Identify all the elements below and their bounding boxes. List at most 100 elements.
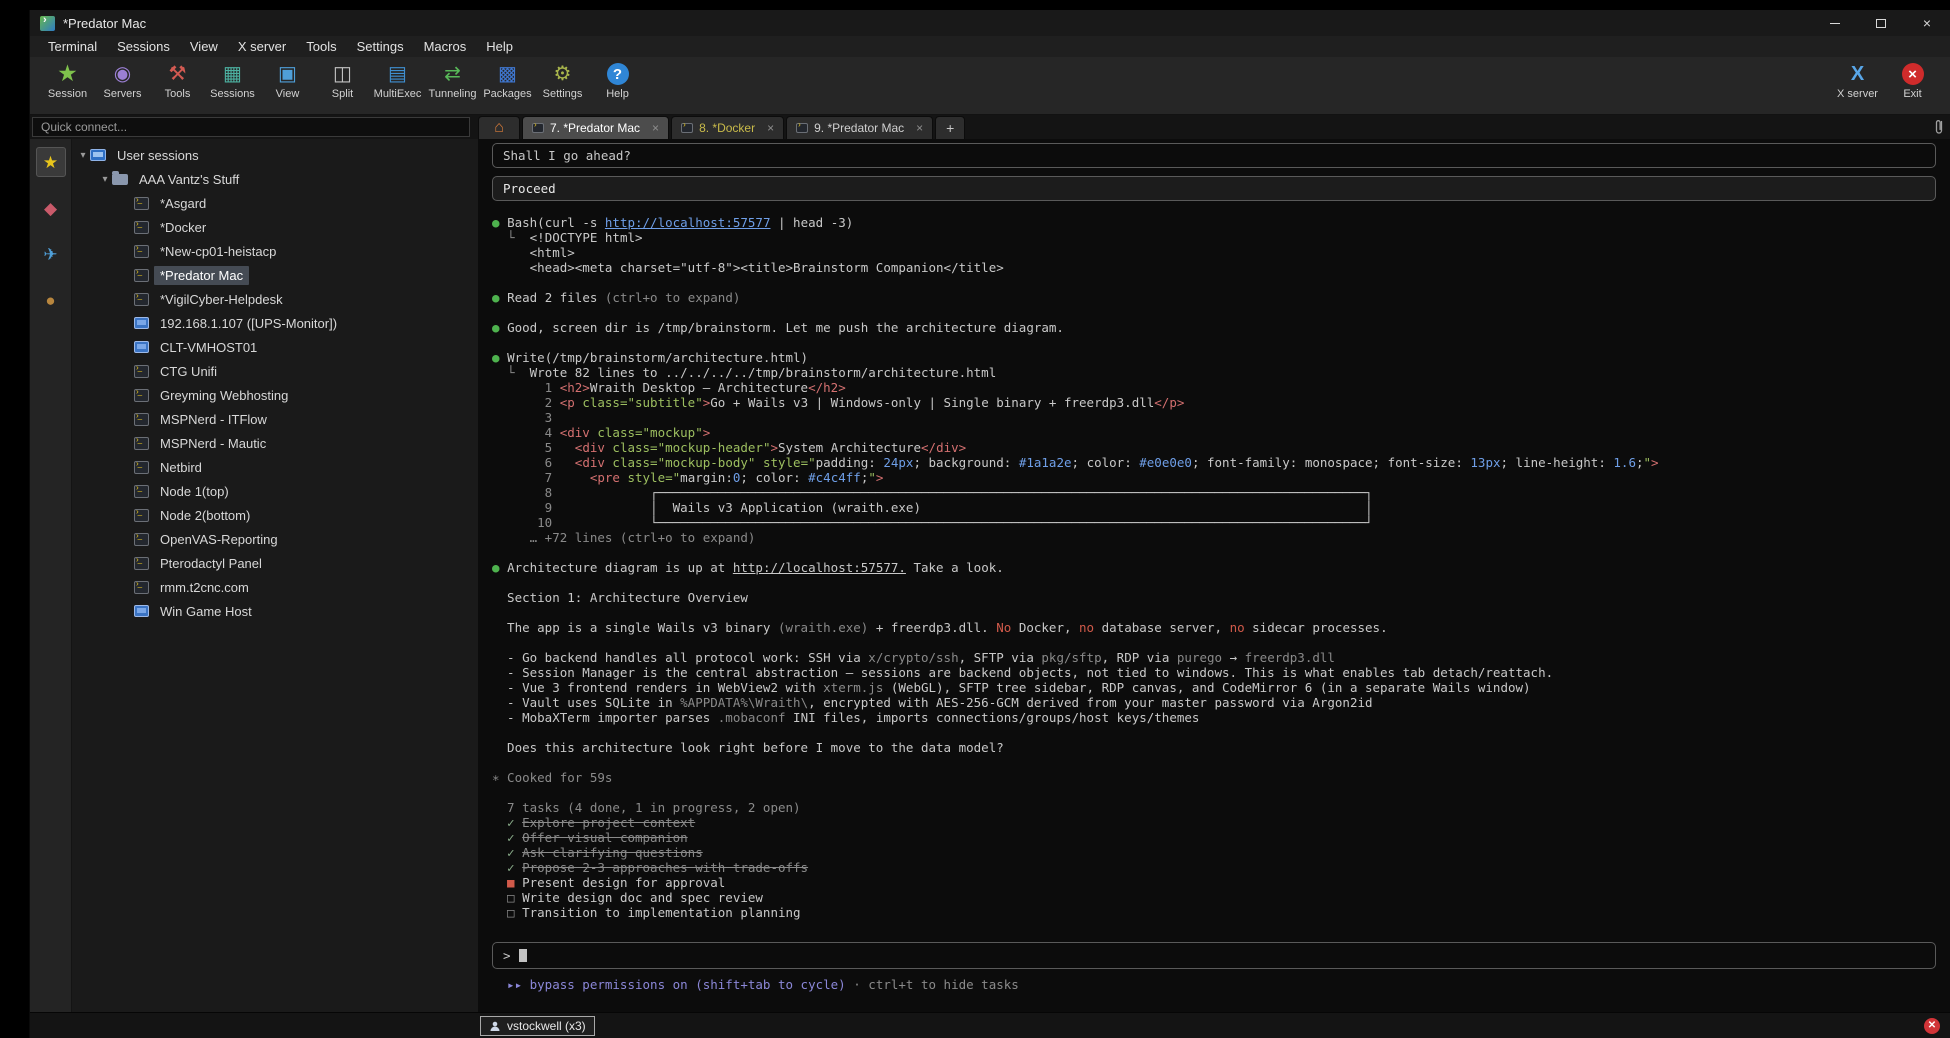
- quick-connect-wrap: [30, 115, 478, 139]
- terminal-icon: [134, 365, 149, 378]
- monitor-icon: [134, 605, 149, 617]
- tree-item-clt-vmhost01[interactable]: CLT-VMHOST01: [72, 335, 478, 359]
- toolbar-tools-button[interactable]: ⚒Tools: [150, 61, 205, 100]
- tree-item-label: *Predator Mac: [154, 266, 249, 285]
- toolbar-help-button[interactable]: ?Help: [590, 61, 645, 100]
- tab-close-icon[interactable]: ×: [916, 122, 923, 134]
- menu-help[interactable]: Help: [476, 39, 523, 54]
- localhost-link[interactable]: http://localhost:57577.: [733, 560, 906, 575]
- tab-9-predator-mac[interactable]: 9. *Predator Mac×: [786, 116, 933, 139]
- terminal-icon: [134, 509, 149, 522]
- text-segment: ●: [492, 320, 507, 335]
- toolbar-button-label: Exit: [1903, 88, 1921, 100]
- tree-item-label: *Asgard: [154, 194, 212, 213]
- text-segment: - Vue 3 frontend renders in WebView2 wit…: [492, 680, 823, 695]
- tree-item-greyming-webhosting[interactable]: Greyming Webhosting: [72, 383, 478, 407]
- tree-item-mspnerd-mautic[interactable]: MSPNerd - Mautic: [72, 431, 478, 455]
- tree-item-predator-mac[interactable]: *Predator Mac: [72, 263, 478, 287]
- proceed-option[interactable]: Proceed: [492, 176, 1936, 201]
- text-segment: (wraith.exe): [778, 620, 868, 635]
- terminal-icon: [134, 461, 149, 474]
- menu-settings[interactable]: Settings: [347, 39, 414, 54]
- toolbar-settings-button[interactable]: ⚙Settings: [535, 61, 590, 100]
- toolbar-servers-button[interactable]: ◉Servers: [95, 61, 150, 100]
- menu-sessions[interactable]: Sessions: [107, 39, 180, 54]
- tree-item-vigilcyber-helpdesk[interactable]: *VigilCyber-Helpdesk: [72, 287, 478, 311]
- tree-item-node-1-top[interactable]: Node 1(top): [72, 479, 478, 503]
- new-tab-button[interactable]: +: [935, 116, 965, 139]
- toolbar-split-button[interactable]: ◫Split: [315, 61, 370, 100]
- close-button[interactable]: ×: [1904, 10, 1950, 36]
- toolbar-button-label: X server: [1837, 88, 1878, 100]
- text-segment: , encrypted with AES-256-GCM derived fro…: [808, 695, 1372, 710]
- terminal-line: 7 tasks (4 done, 1 in progress, 2 open): [492, 800, 1936, 815]
- tab-close-icon[interactable]: ×: [767, 122, 774, 134]
- tab-8-docker[interactable]: 8. *Docker×: [671, 116, 784, 139]
- localhost-link[interactable]: http://localhost:57577: [605, 215, 771, 230]
- toolbar-x-server-button[interactable]: XX server: [1830, 61, 1885, 100]
- toolbar-view-button[interactable]: ▣View: [260, 61, 315, 100]
- tab-7-predator-mac[interactable]: 7. *Predator Mac×: [522, 116, 669, 139]
- terminal-line: ■ Present design for approval: [492, 875, 1936, 890]
- sessions-icon: ▦: [220, 61, 246, 87]
- menu-view[interactable]: View: [180, 39, 228, 54]
- tree-item-docker[interactable]: *Docker: [72, 215, 478, 239]
- terminal-pane[interactable]: Shall I go ahead? Proceed ● Bash(curl -s…: [478, 139, 1950, 1012]
- rail-favorites-button[interactable]: ★: [36, 147, 66, 177]
- toolbar-sessions-button[interactable]: ▦Sessions: [205, 61, 260, 100]
- rail-tools-button[interactable]: ◆: [36, 193, 66, 223]
- tab-close-icon[interactable]: ×: [652, 122, 659, 134]
- toolbar-session-button[interactable]: ★Session: [40, 61, 95, 100]
- terminal-line: └ Wrote 82 lines to ../../../../tmp/brai…: [492, 365, 1936, 380]
- menu-x-server[interactable]: X server: [228, 39, 296, 54]
- text-segment: Propose 2-3 approaches with trade-offs: [522, 860, 808, 875]
- tree-item-user-sessions[interactable]: ▾User sessions: [72, 143, 478, 167]
- toolbar-button-label: Session: [48, 88, 87, 100]
- maximize-button[interactable]: [1858, 10, 1904, 36]
- tree-item-node-2-bottom[interactable]: Node 2(bottom): [72, 503, 478, 527]
- text-segment: Present design for approval: [522, 875, 725, 890]
- tree-item-new-cp01-heistacp[interactable]: *New-cp01-heistacp: [72, 239, 478, 263]
- text-segment: <p: [560, 395, 575, 410]
- settings-icon: ⚙: [550, 61, 576, 87]
- toolbar-exit-button[interactable]: ×Exit: [1885, 61, 1940, 100]
- home-tab[interactable]: ⌂: [478, 116, 520, 139]
- menu-macros[interactable]: Macros: [414, 39, 477, 54]
- text-segment: 3: [492, 410, 552, 425]
- expand-chevron-icon[interactable]: ▾: [98, 174, 112, 185]
- tree-item-openvas-reporting[interactable]: OpenVAS-Reporting: [72, 527, 478, 551]
- tree-item-netbird[interactable]: Netbird: [72, 455, 478, 479]
- text-segment: - MobaXTerm importer parses: [492, 710, 718, 725]
- text-segment: ✓: [492, 830, 522, 845]
- minimize-button[interactable]: [1812, 10, 1858, 36]
- tree-item-ctg-unifi[interactable]: CTG Unifi: [72, 359, 478, 383]
- tree-item-label: Greyming Webhosting: [154, 386, 294, 405]
- expand-chevron-icon[interactable]: ▾: [76, 150, 90, 161]
- rail-profile-button[interactable]: ●: [36, 285, 66, 315]
- quick-connect-input[interactable]: [32, 117, 470, 137]
- text-segment: [560, 455, 575, 470]
- attachments-icon[interactable]: [1933, 117, 1945, 142]
- text-segment: │ Wails v3 Application (wraith.exe) │: [560, 500, 1373, 515]
- tree-item-mspnerd-itflow[interactable]: MSPNerd - ITFlow: [72, 407, 478, 431]
- text-segment: 4: [492, 425, 560, 440]
- prompt-input[interactable]: >: [492, 942, 1936, 969]
- menu-tools[interactable]: Tools: [296, 39, 346, 54]
- text-segment: 8: [492, 485, 560, 500]
- tree-item-pterodactyl-panel[interactable]: Pterodactyl Panel: [72, 551, 478, 575]
- tree-item-win-game-host[interactable]: Win Game Host: [72, 599, 478, 623]
- text-segment: 9: [492, 500, 560, 515]
- tree-item-rmm-t2cnc-com[interactable]: rmm.t2cnc.com: [72, 575, 478, 599]
- text-segment: INI files, imports connections/groups/ho…: [786, 710, 1200, 725]
- rail-macros-button[interactable]: ✈: [36, 239, 66, 269]
- toolbar-tunneling-button[interactable]: ⇄Tunneling: [425, 61, 480, 100]
- tree-item-192-168-1-107-ups-monitor[interactable]: 192.168.1.107 ([UPS-Monitor]): [72, 311, 478, 335]
- menu-terminal[interactable]: Terminal: [38, 39, 107, 54]
- close-terminal-button[interactable]: ✕: [1924, 1018, 1940, 1034]
- tree-item-aaa-vantz-s-stuff[interactable]: ▾AAA Vantz's Stuff: [72, 167, 478, 191]
- tree-item-asgard[interactable]: *Asgard: [72, 191, 478, 215]
- user-button[interactable]: vstockwell (x3): [480, 1016, 595, 1036]
- text-segment: (WebGL), SFTP tree sidebar, RDP canvas, …: [883, 680, 1530, 695]
- toolbar-packages-button[interactable]: ▩Packages: [480, 61, 535, 100]
- toolbar-multiexec-button[interactable]: ▤MultiExec: [370, 61, 425, 100]
